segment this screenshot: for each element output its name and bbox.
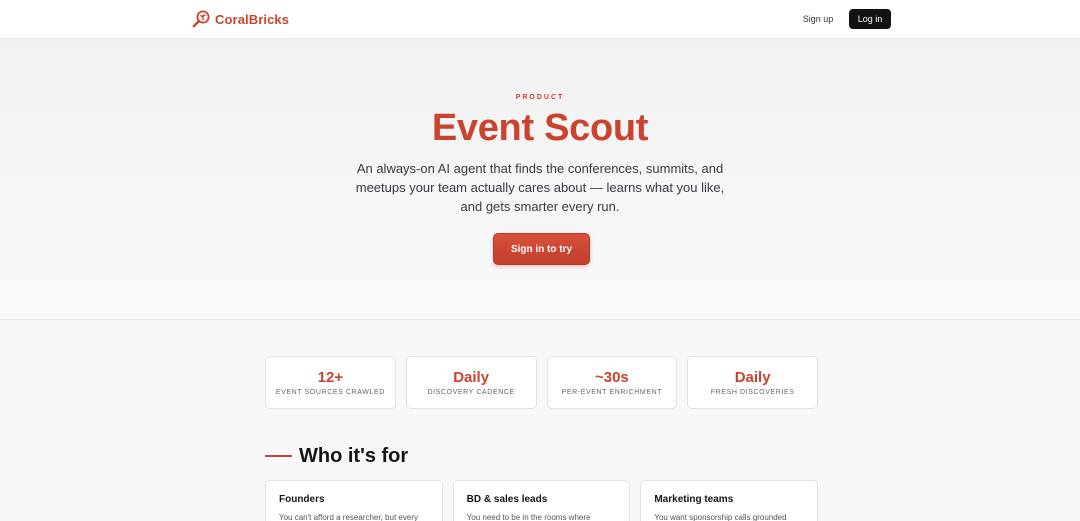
- stat-label: FRESH DISCOVERIES: [710, 389, 795, 396]
- stat-card: Daily DISCOVERY CADENCE: [405, 356, 537, 409]
- stat-card: Daily FRESH DISCOVERIES: [687, 356, 818, 409]
- section-accent-line: [265, 455, 292, 457]
- stat-value: Daily: [453, 369, 490, 386]
- hero-section: PRODUCT Event Scout An always-on AI agen…: [0, 39, 1080, 320]
- stat-card: ~30s PER-EVENT ENRICHMENT: [546, 356, 678, 409]
- stat-label: DISCOVERY CADENCE: [427, 389, 515, 396]
- stat-label: EVENT SOURCES CRAWLED: [275, 389, 385, 396]
- audience-card-founders: Founders You can't afford a researcher, …: [265, 480, 443, 521]
- top-nav: CoralBricks Sign up Log in: [0, 0, 1080, 39]
- card-title: Founders: [279, 494, 325, 505]
- audience-cards: Founders You can't afford a researcher, …: [265, 480, 819, 521]
- sign-in-to-try-button[interactable]: Sign in to try: [493, 233, 590, 265]
- magnifier-coral-icon: [192, 10, 210, 28]
- card-description: You want sponsorship calls grounded: [654, 513, 787, 521]
- hero-eyebrow: PRODUCT: [515, 94, 565, 101]
- card-title: BD & sales leads: [466, 494, 548, 505]
- card-description: You need to be in the rooms where: [466, 513, 591, 521]
- stat-value: Daily: [734, 369, 771, 386]
- card-description: You can't afford a researcher, but every: [279, 513, 418, 521]
- card-title: Marketing teams: [654, 494, 734, 505]
- section-header: Who it's for: [265, 443, 408, 469]
- stat-label: PER-EVENT ENRICHMENT: [561, 389, 663, 396]
- brand-name: CoralBricks: [215, 11, 290, 27]
- page-title: Event Scout: [431, 107, 649, 149]
- stat-value: 12+: [317, 369, 344, 386]
- audience-card-marketing: Marketing teams You want sponsorship cal…: [640, 480, 819, 521]
- stats-row: 12+ EVENT SOURCES CRAWLED Daily DISCOVER…: [265, 356, 818, 409]
- login-button[interactable]: Log in: [849, 9, 891, 29]
- audience-card-bd-sales: BD & sales leads You need to be in the r…: [452, 480, 631, 521]
- signup-button[interactable]: Sign up: [795, 10, 841, 28]
- stat-card: 12+ EVENT SOURCES CRAWLED: [265, 356, 396, 409]
- brand-logo[interactable]: CoralBricks: [191, 8, 289, 30]
- stat-value: ~30s: [594, 369, 629, 386]
- hero-subtitle: An always-on AI agent that finds the con…: [355, 161, 725, 214]
- section-title: Who it's for: [299, 444, 409, 467]
